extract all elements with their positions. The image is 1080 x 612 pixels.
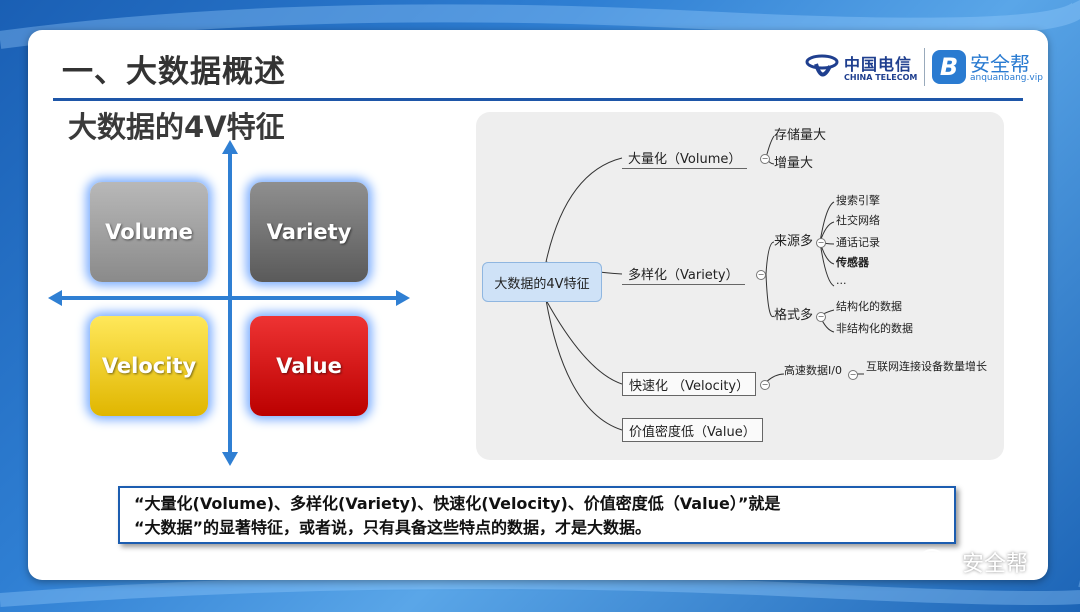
mindmap-variety-format: 格式多 [774, 308, 814, 323]
mindmap-source-2: 社交网络 [836, 214, 880, 227]
collapse-toggle-icon[interactable]: − [760, 154, 770, 164]
mindmap-volume-child-2: 增量大 [774, 156, 814, 171]
mindmap-root: 大数据的4V特征 [482, 262, 602, 302]
china-telecom-logo-icon [805, 54, 839, 77]
mindmap-source-4: 传感器 [836, 256, 869, 269]
value-box: Value [250, 316, 368, 416]
variety-box: Variety [250, 182, 368, 282]
collapse-toggle-icon[interactable]: − [760, 380, 770, 390]
mindmap-velocity: 快速化 （Velocity） [622, 372, 757, 396]
china-telecom-cn: 中国电信 [844, 55, 913, 74]
watermark-text: 安全帮 [962, 552, 1029, 577]
volume-box: Volume [90, 182, 208, 282]
china-telecom-en: CHINA TELECOM [844, 73, 918, 82]
mindmap-panel: 大数据的4V特征 大量化（Volume） − 存储量大 增量大 多样化（Vari… [476, 112, 1004, 460]
mindmap-variety: 多样化（Variety） [622, 262, 745, 285]
slide-card: 一、大数据概述 中国电信 CHINA TELECOM B 安全帮 anquanb… [28, 30, 1048, 580]
collapse-toggle-icon[interactable]: − [756, 270, 766, 280]
summary-quote: “大量化(Volume)、多样化(Variety)、快速化(Velocity)、… [118, 486, 956, 544]
mindmap-volume: 大量化（Volume） [622, 146, 748, 169]
collapse-toggle-icon[interactable]: − [816, 238, 826, 248]
wechat-icon [919, 549, 955, 575]
logo-divider [924, 48, 925, 86]
mindmap-velocity-grandchild: 互联网连接设备数量增长 [866, 360, 987, 373]
mindmap-velocity-child: 高速数据I/0 [784, 364, 842, 377]
mindmap-variety-source: 来源多 [774, 234, 814, 249]
collapse-toggle-icon[interactable]: − [816, 312, 826, 322]
velocity-box: Velocity [90, 316, 208, 416]
logo-area: 中国电信 CHINA TELECOM B 安全帮 anquanbang.vip [804, 46, 1043, 92]
mindmap-value: 价值密度低（Value） [622, 418, 763, 442]
anquanbang-logo-icon: B [932, 50, 966, 84]
mindmap-format-2: 非结构化的数据 [836, 322, 913, 335]
mindmap-volume-child-1: 存储量大 [774, 128, 827, 143]
mindmap-source-1: 搜索引擎 [836, 194, 880, 207]
mindmap-format-1: 结构化的数据 [836, 300, 902, 313]
anquanbang-en: anquanbang.vip [970, 73, 1043, 83]
quote-line-1: “大量化(Volume)、多样化(Variety)、快速化(Velocity)、… [134, 494, 781, 513]
collapse-toggle-icon[interactable]: − [848, 370, 858, 380]
mindmap-source-3: 通话记录 [836, 236, 880, 249]
four-v-quadrant: Volume Variety Velocity Value [28, 30, 448, 490]
mindmap-source-5: ... [836, 274, 847, 287]
quote-line-2: “大数据”的显著特征，或者说，只有具备这些特点的数据，才是大数据。 [134, 518, 652, 537]
